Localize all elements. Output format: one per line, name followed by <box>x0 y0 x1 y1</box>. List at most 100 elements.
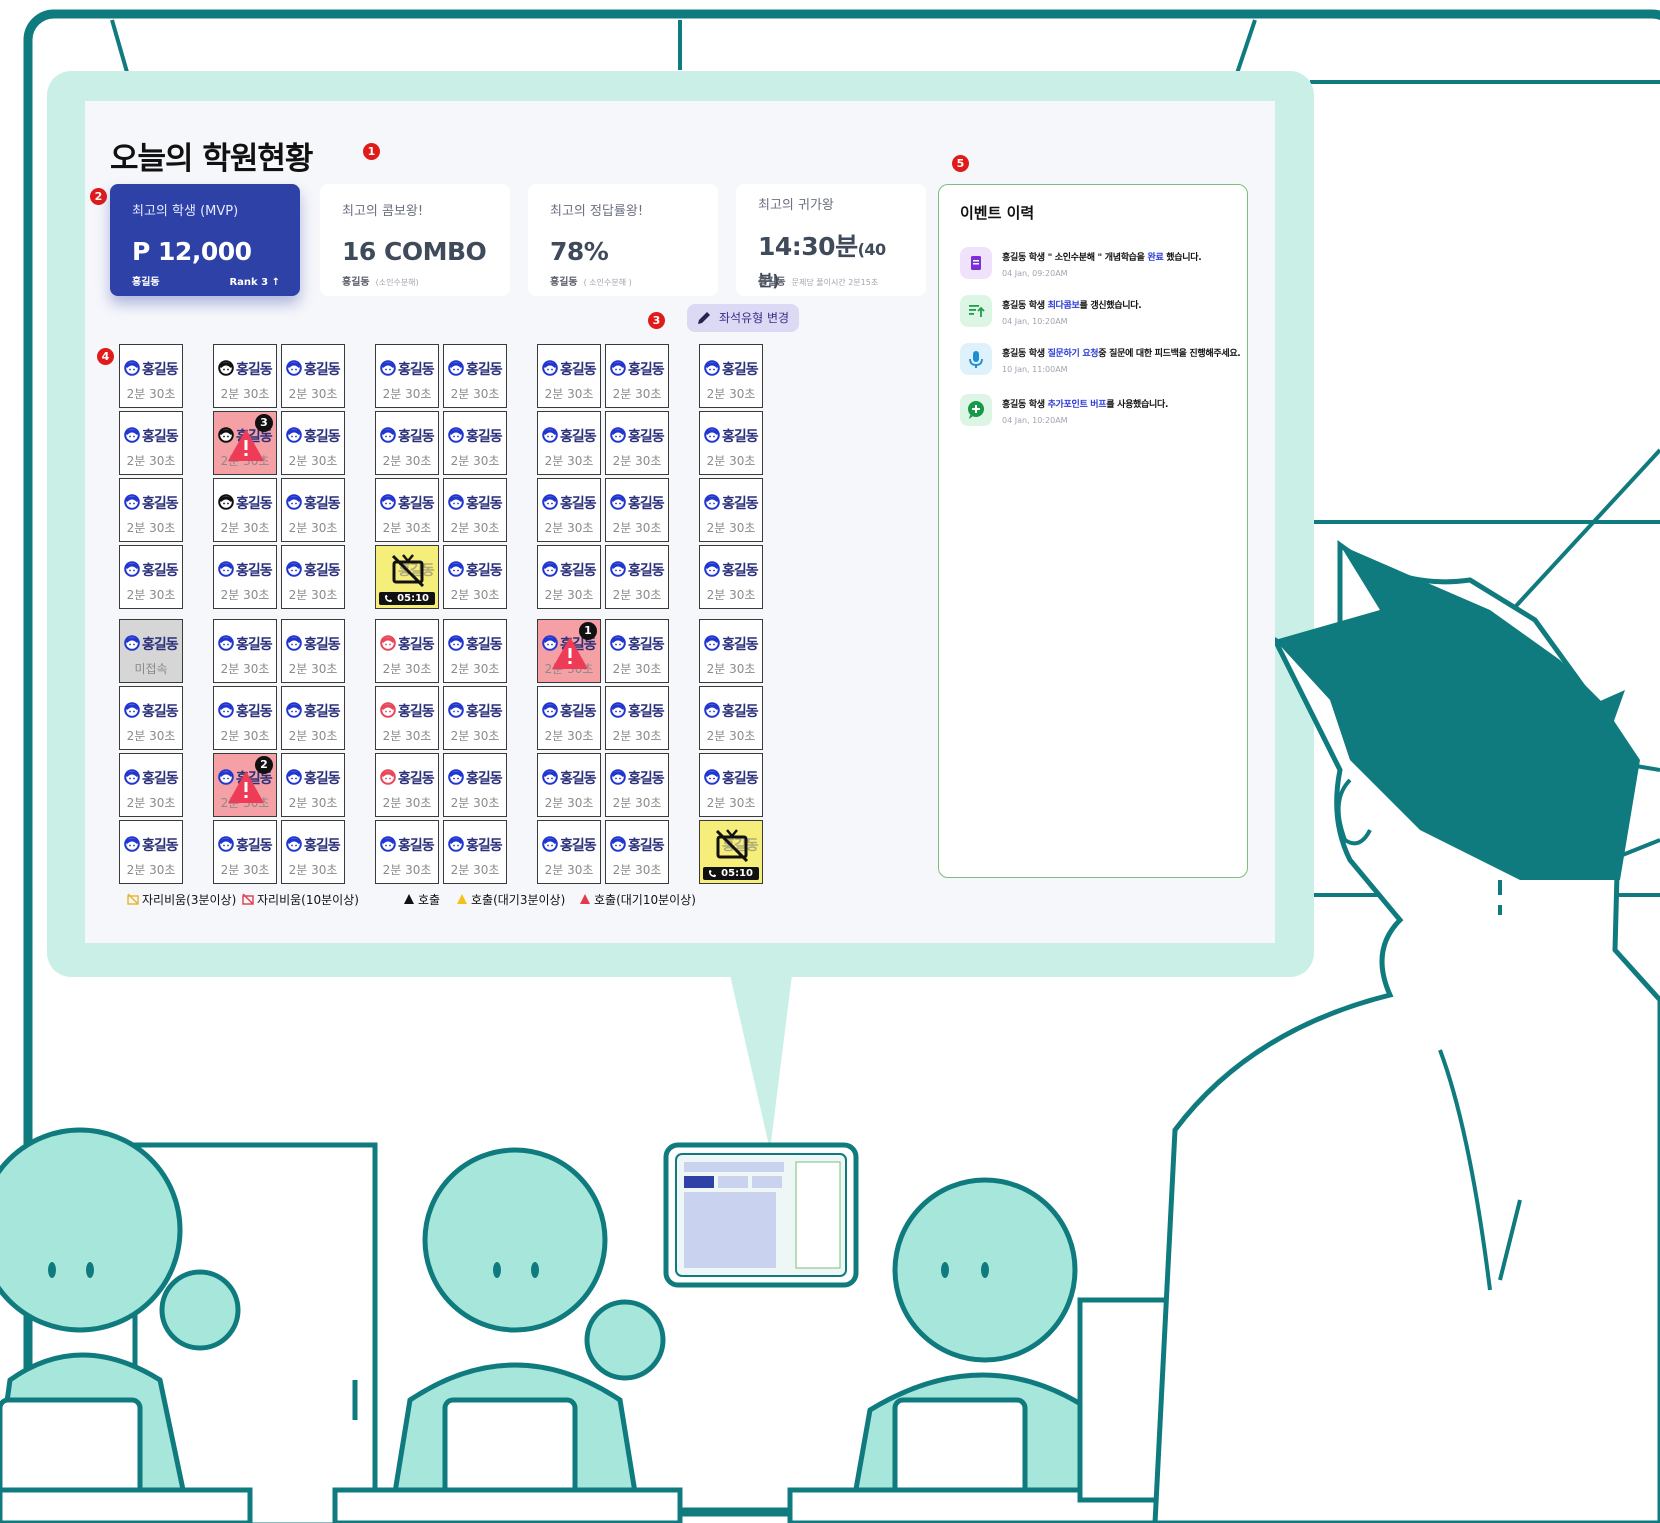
seat-time: 2분 30초 <box>450 521 500 535</box>
seat[interactable]: 홍길동 2분 30초 <box>213 344 277 408</box>
seat[interactable]: 홍길동 2분 30초 <box>119 411 183 475</box>
seat[interactable]: 홍길동 2분 30초 <box>699 619 763 683</box>
seat[interactable]: 홍길동 05:10 <box>375 545 439 609</box>
student-avatar-icon <box>704 494 720 510</box>
student-avatar-icon <box>610 360 626 376</box>
seat-time: 2분 30초 <box>126 729 176 743</box>
seat[interactable]: 홍길동 2분 30초 <box>605 619 669 683</box>
seat[interactable]: 홍길동 미접속 <box>119 619 183 683</box>
seat-student-name: 홍길동 <box>560 704 597 720</box>
seat[interactable]: 홍길동 2분 30초 <box>281 478 345 542</box>
student-avatar-icon <box>448 702 464 718</box>
seat[interactable]: 홍길동 2분 30초 <box>119 753 183 817</box>
seat-student-name: 홍길동 <box>466 637 503 653</box>
seat[interactable]: 홍길동 2분 30초 <box>375 411 439 475</box>
seat[interactable]: 홍길동 2분 30초 <box>699 753 763 817</box>
seat[interactable]: 홍길동 2분 30초 <box>119 820 183 884</box>
seat[interactable]: 홍길동 2분 30초 <box>605 753 669 817</box>
mvp-card[interactable]: 최고의 학생 (MVP) P 12,000 홍길동 Rank 3 ↑ <box>110 184 300 296</box>
seat[interactable]: 홍길동 2분 30초 <box>443 545 507 609</box>
seat[interactable]: 홍길동 2분 30초 <box>699 411 763 475</box>
mvp-rank: Rank 3 ↑ <box>229 277 280 288</box>
seat[interactable]: 홍길동 2분 30초 <box>375 686 439 750</box>
seat-time: 2분 30초 <box>220 863 270 877</box>
combo-card[interactable]: 최고의 콤보왕! 16 COMBO 홍길동 (소인수분해) <box>320 184 510 296</box>
seat[interactable]: 홍길동 2분 30초 <box>699 344 763 408</box>
seat[interactable]: 홍길동 2분 30초 <box>605 820 669 884</box>
student-avatar-icon <box>542 561 558 577</box>
seat[interactable]: 홍길동 2분 30초 <box>443 753 507 817</box>
seat-student-name: 홍길동 <box>304 704 341 720</box>
seat[interactable]: 홍길동 2분 30초 <box>119 344 183 408</box>
seat[interactable]: 홍길동2분 30초3 <box>213 411 277 475</box>
seat[interactable]: 홍길동 2분 30초 <box>281 820 345 884</box>
student-avatar-icon <box>542 360 558 376</box>
seat-time: 2분 30초 <box>382 863 432 877</box>
seat[interactable]: 홍길동 2분 30초 <box>537 478 601 542</box>
seat[interactable]: 홍길동 2분 30초 <box>537 820 601 884</box>
seat[interactable]: 홍길동 2분 30초 <box>119 478 183 542</box>
seat[interactable]: 홍길동 2분 30초 <box>537 411 601 475</box>
seat[interactable]: 홍길동 2분 30초 <box>537 686 601 750</box>
legend-call-label: 호출 <box>418 893 441 907</box>
legend-call-wait10-label: 호출(대기10분이상) <box>594 893 696 907</box>
seat[interactable]: 홍길동 2분 30초 <box>281 344 345 408</box>
seat[interactable]: 홍길동 2분 30초 <box>605 411 669 475</box>
seat[interactable]: 홍길동2분 30초1 <box>537 619 601 683</box>
student-avatar-icon <box>448 769 464 785</box>
seat-student-name: 홍길동 <box>628 563 665 579</box>
seat[interactable]: 홍길동 2분 30초 <box>375 820 439 884</box>
seat[interactable]: 홍길동 2분 30초 <box>443 820 507 884</box>
accuracy-label: 최고의 정답률왕! <box>550 204 644 219</box>
seat[interactable]: 홍길동 2분 30초 <box>213 478 277 542</box>
seat[interactable]: 홍길동 2분 30초 <box>605 478 669 542</box>
return-label: 최고의 귀가왕 <box>758 198 834 213</box>
seat-time: 2분 30초 <box>126 588 176 602</box>
accuracy-card[interactable]: 최고의 정답률왕! 78% 홍길동 ( 소인수분해 ) <box>528 184 718 296</box>
return-card[interactable]: 최고의 귀가왕 14:30분(40분) 홍길동 문제당 풀이시간 2분15초 <box>736 184 926 296</box>
seat[interactable]: 홍길동 2분 30초 <box>443 478 507 542</box>
seat[interactable]: 홍길동 2분 30초 <box>537 753 601 817</box>
seat-time: 2분 30초 <box>612 729 662 743</box>
seat[interactable]: 홍길동 2분 30초 <box>537 344 601 408</box>
seat[interactable]: 홍길동 2분 30초 <box>281 545 345 609</box>
seat[interactable]: 홍길동 2분 30초 <box>375 619 439 683</box>
event-text: 홍길동 학생 최다콤보를 갱신했습니다. <box>1002 298 1142 311</box>
change-seat-type-button[interactable]: 좌석유형 변경 <box>687 304 799 332</box>
seat-time: 2분 30초 <box>126 796 176 810</box>
seat[interactable]: 홍길동 2분 30초 <box>281 619 345 683</box>
seat[interactable]: 홍길동 2분 30초 <box>281 753 345 817</box>
seat[interactable]: 홍길동 2분 30초 <box>605 686 669 750</box>
seat-student-name: 홍길동 <box>398 637 435 653</box>
seat[interactable]: 홍길동 2분 30초 <box>375 344 439 408</box>
seat[interactable]: 홍길동 2분 30초 <box>213 686 277 750</box>
seat[interactable]: 홍길동 2분 30초 <box>699 686 763 750</box>
seat[interactable]: 홍길동 2분 30초 <box>443 619 507 683</box>
seat[interactable]: 홍길동 2분 30초 <box>119 545 183 609</box>
seat[interactable]: 홍길동 2분 30초 <box>699 478 763 542</box>
seat[interactable]: 홍길동 2분 30초 <box>537 545 601 609</box>
event-text: 홍길동 학생 질문하기 요청중 질문에 대한 피드백을 진행해주세요. <box>1002 346 1241 359</box>
seat[interactable]: 홍길동 2분 30초 <box>443 686 507 750</box>
seat[interactable]: 홍길동 2분 30초 <box>375 753 439 817</box>
seat[interactable]: 홍길동2분 30초2 <box>213 753 277 817</box>
seat[interactable]: 홍길동 2분 30초 <box>213 619 277 683</box>
seat-student-name: 홍길동 <box>466 704 503 720</box>
seat[interactable]: 홍길동 2분 30초 <box>213 820 277 884</box>
seat-student-name: 홍길동 <box>236 704 273 720</box>
seat[interactable]: 홍길동 2분 30초 <box>605 344 669 408</box>
seat[interactable]: 홍길동 2분 30초 <box>443 411 507 475</box>
seat[interactable]: 홍길동 2분 30초 <box>699 545 763 609</box>
call-timer-value: 05:10 <box>721 868 753 879</box>
seat[interactable]: 홍길동 05:10 <box>699 820 763 884</box>
dashboard-panel: 오늘의 학원현황 1 2 3 4 5 최고의 학생 (MVP) P 12,000… <box>85 101 1275 943</box>
seat[interactable]: 홍길동 2분 30초 <box>119 686 183 750</box>
seat[interactable]: 홍길동 2분 30초 <box>213 545 277 609</box>
seat[interactable]: 홍길동 2분 30초 <box>281 686 345 750</box>
seat[interactable]: 홍길동 2분 30초 <box>443 344 507 408</box>
seat[interactable]: 홍길동 2분 30초 <box>605 545 669 609</box>
seat[interactable]: 홍길동 2분 30초 <box>281 411 345 475</box>
seat-student-name: 홍길동 <box>304 637 341 653</box>
seat[interactable]: 홍길동 2분 30초 <box>375 478 439 542</box>
return-value-main: 14:30분 <box>758 232 858 261</box>
